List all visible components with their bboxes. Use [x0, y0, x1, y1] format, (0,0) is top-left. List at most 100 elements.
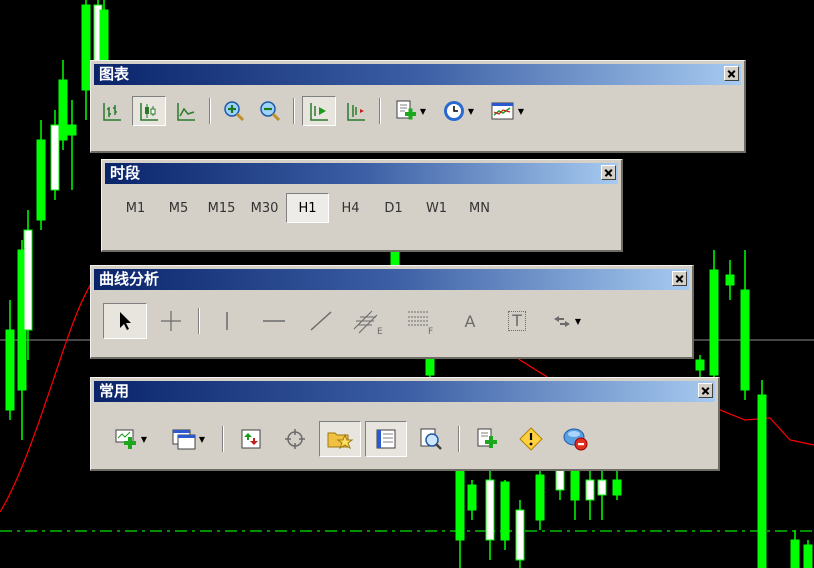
toolbar-separator	[222, 426, 224, 452]
fibonacci-retracement-sub: F	[428, 327, 433, 335]
bar-chart-button[interactable]	[96, 96, 128, 126]
profiles-icon	[172, 429, 196, 450]
data-window-icon	[285, 429, 305, 449]
period-d1-button[interactable]: D1	[372, 193, 415, 223]
auto-scroll-button[interactable]	[302, 96, 336, 126]
candle-body	[67, 124, 77, 136]
cursor-arrow-icon	[120, 312, 131, 330]
templates-button[interactable]: ▼	[484, 96, 530, 126]
profiles-button[interactable]: ▼	[161, 424, 215, 454]
close-button[interactable]	[698, 383, 713, 398]
close-button[interactable]	[672, 271, 687, 286]
equidistant-channel-button[interactable]: E	[345, 306, 393, 336]
equidistant-channel-icon: E	[353, 310, 383, 335]
candle-body	[23, 229, 33, 331]
terminal-button[interactable]	[365, 421, 407, 457]
line-studies-toolbar-titlebar[interactable]: 曲线分析	[94, 269, 689, 290]
new-order-button[interactable]	[467, 424, 507, 454]
chart-shift-icon	[347, 103, 365, 121]
periods-button[interactable]: ▼	[436, 96, 480, 126]
chevron-down-icon: ▼	[574, 316, 582, 326]
candle-body	[36, 139, 46, 221]
zoom-out-icon	[260, 101, 281, 122]
fibonacci-button[interactable]: F	[397, 306, 445, 336]
terminal-icon	[376, 429, 396, 449]
candlestick-chart-icon	[140, 103, 158, 121]
horizontal-line-button[interactable]	[251, 306, 297, 336]
chevron-down-icon: ▼	[140, 434, 148, 444]
market-watch-icon	[241, 429, 261, 449]
vertical-line-button[interactable]	[207, 306, 247, 336]
toolbar-separator	[379, 98, 381, 124]
arrows-button[interactable]: ▼	[543, 306, 589, 336]
text-icon: A	[464, 311, 476, 331]
autotrading-button[interactable]	[555, 424, 595, 454]
data-window-button[interactable]	[275, 424, 315, 454]
new-chart-button[interactable]: ▼	[103, 424, 157, 454]
zoom-in-icon	[224, 101, 245, 122]
new-order-icon	[477, 428, 497, 448]
candle-body	[58, 79, 68, 141]
close-button[interactable]	[601, 165, 616, 180]
trendline-button[interactable]	[301, 306, 341, 336]
standard-toolbar-title: 常用	[99, 382, 130, 400]
charts-toolbar: 图表 ▼ ▼ ▼	[90, 60, 746, 153]
candle-body	[803, 544, 813, 568]
zoom-out-button[interactable]	[254, 96, 286, 126]
period-w1-button[interactable]: W1	[415, 193, 458, 223]
toolbar-separator	[209, 98, 211, 124]
toolbar-separator	[198, 308, 200, 334]
period-m5-button[interactable]: M5	[157, 193, 200, 223]
text-label-button[interactable]: T	[495, 306, 539, 336]
text-label-letter: T	[512, 311, 522, 330]
line-studies-toolbar: 曲线分析 E F A T ▼	[90, 265, 694, 359]
candlestick-chart-button[interactable]	[132, 96, 166, 126]
chevron-down-icon: ▼	[198, 434, 206, 444]
candle-body	[5, 329, 15, 411]
text-label-icon: T	[508, 311, 526, 331]
candle-body	[740, 289, 750, 391]
period-mn-button[interactable]: MN	[458, 193, 501, 223]
periods-toolbar-titlebar[interactable]: 时段	[105, 163, 618, 184]
period-h1-button[interactable]: H1	[286, 193, 329, 223]
auto-scroll-icon	[310, 103, 328, 121]
period-m1-button[interactable]: M1	[114, 193, 157, 223]
add-indicator-button[interactable]: ▼	[388, 96, 432, 126]
standard-toolbar-titlebar[interactable]: 常用	[94, 381, 715, 402]
crosshair-button[interactable]	[151, 306, 191, 336]
zoom-in-button[interactable]	[218, 96, 250, 126]
market-watch-button[interactable]	[231, 424, 271, 454]
navigator-icon	[327, 432, 354, 450]
vertical-line-icon	[226, 312, 228, 330]
candle-body	[790, 539, 800, 568]
period-m30-button[interactable]: M30	[243, 193, 286, 223]
text-button[interactable]: A	[449, 306, 491, 336]
line-chart-button[interactable]	[170, 96, 202, 126]
trendline-icon	[310, 311, 332, 331]
navigator-button[interactable]	[319, 421, 361, 457]
chevron-down-icon: ▼	[517, 106, 525, 116]
chart-shift-button[interactable]	[340, 96, 372, 126]
autotrading-icon	[563, 428, 588, 451]
period-h4-button[interactable]: H4	[329, 193, 372, 223]
strategy-tester-button[interactable]	[411, 424, 451, 454]
charts-toolbar-title: 图表	[99, 65, 130, 83]
standard-toolbar-buttons: ▼ ▼	[101, 421, 715, 457]
line-chart-icon	[177, 103, 195, 121]
period-m15-button[interactable]: M15	[200, 193, 243, 223]
arrows-icon	[553, 316, 570, 327]
candle-body	[597, 479, 607, 496]
periods-toolbar: 时段 M1 M5 M15 M30 H1 H4 D1 W1 MN	[101, 159, 623, 252]
bar-chart-icon	[103, 103, 121, 121]
candle-body	[515, 509, 525, 561]
candle-body	[485, 479, 495, 541]
metaeditor-button[interactable]	[511, 424, 551, 454]
line-studies-toolbar-title: 曲线分析	[99, 270, 160, 288]
charts-toolbar-titlebar[interactable]: 图表	[94, 64, 741, 85]
periods-toolbar-buttons: M1 M5 M15 M30 H1 H4 D1 W1 MN	[114, 193, 618, 223]
clock-periods-icon	[443, 101, 464, 121]
cursor-button[interactable]	[103, 303, 147, 339]
close-button[interactable]	[724, 66, 739, 81]
candle-body	[81, 4, 91, 91]
candle-body	[500, 481, 510, 541]
